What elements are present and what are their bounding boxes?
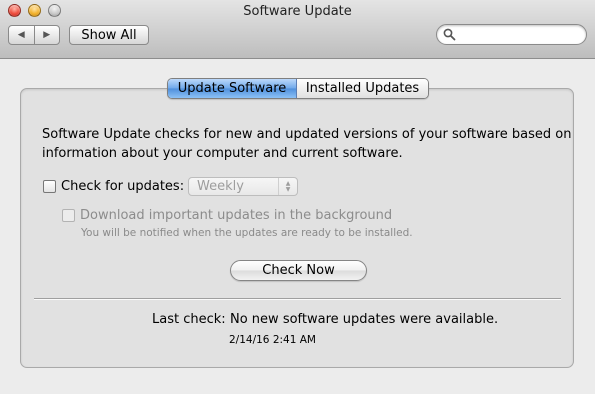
- toolbar: Software Update ◀ ▶ Show All: [0, 0, 595, 59]
- download-note: You will be notified when the updates ar…: [81, 227, 413, 239]
- search-icon: [443, 28, 456, 41]
- back-button[interactable]: ◀: [9, 26, 34, 44]
- tab-update-software[interactable]: Update Software: [168, 79, 297, 98]
- back-arrow-icon: ◀: [17, 30, 25, 40]
- updown-arrows-icon: ▲ ▼: [278, 178, 297, 195]
- tab-bar: Update Software Installed Updates: [167, 78, 429, 99]
- check-for-updates-checkbox[interactable]: [43, 179, 56, 193]
- search-field[interactable]: [436, 24, 587, 45]
- divider: [34, 298, 561, 300]
- last-check-timestamp: 2/14/16 2:41 AM: [229, 334, 316, 346]
- download-background-checkbox[interactable]: [62, 208, 75, 222]
- search-input[interactable]: [459, 27, 579, 42]
- download-background-row: Download important updates in the backgr…: [62, 206, 392, 224]
- window-title: Software Update: [243, 4, 352, 19]
- download-background-label: Download important updates in the backgr…: [80, 207, 393, 223]
- forward-button[interactable]: ▶: [33, 26, 60, 44]
- last-check-label: Last check:: [152, 312, 226, 327]
- update-frequency-value: Weekly: [197, 179, 244, 194]
- check-for-updates-row: Check for updates:: [43, 177, 184, 195]
- check-for-updates-label[interactable]: Check for updates:: [61, 179, 184, 194]
- description-text: Software Update checks for new and updat…: [42, 127, 572, 161]
- last-check-value: No new software updates were available.: [230, 312, 499, 327]
- software-update-window: Software Update ◀ ▶ Show All Update Soft…: [0, 0, 595, 394]
- update-frequency-popup[interactable]: Weekly ▲ ▼: [188, 177, 298, 196]
- back-forward-control: ◀ ▶: [8, 25, 60, 45]
- tab-installed-updates[interactable]: Installed Updates: [297, 79, 428, 98]
- forward-arrow-icon: ▶: [43, 30, 51, 40]
- show-all-button[interactable]: Show All: [69, 25, 149, 45]
- check-now-button[interactable]: Check Now: [230, 260, 367, 281]
